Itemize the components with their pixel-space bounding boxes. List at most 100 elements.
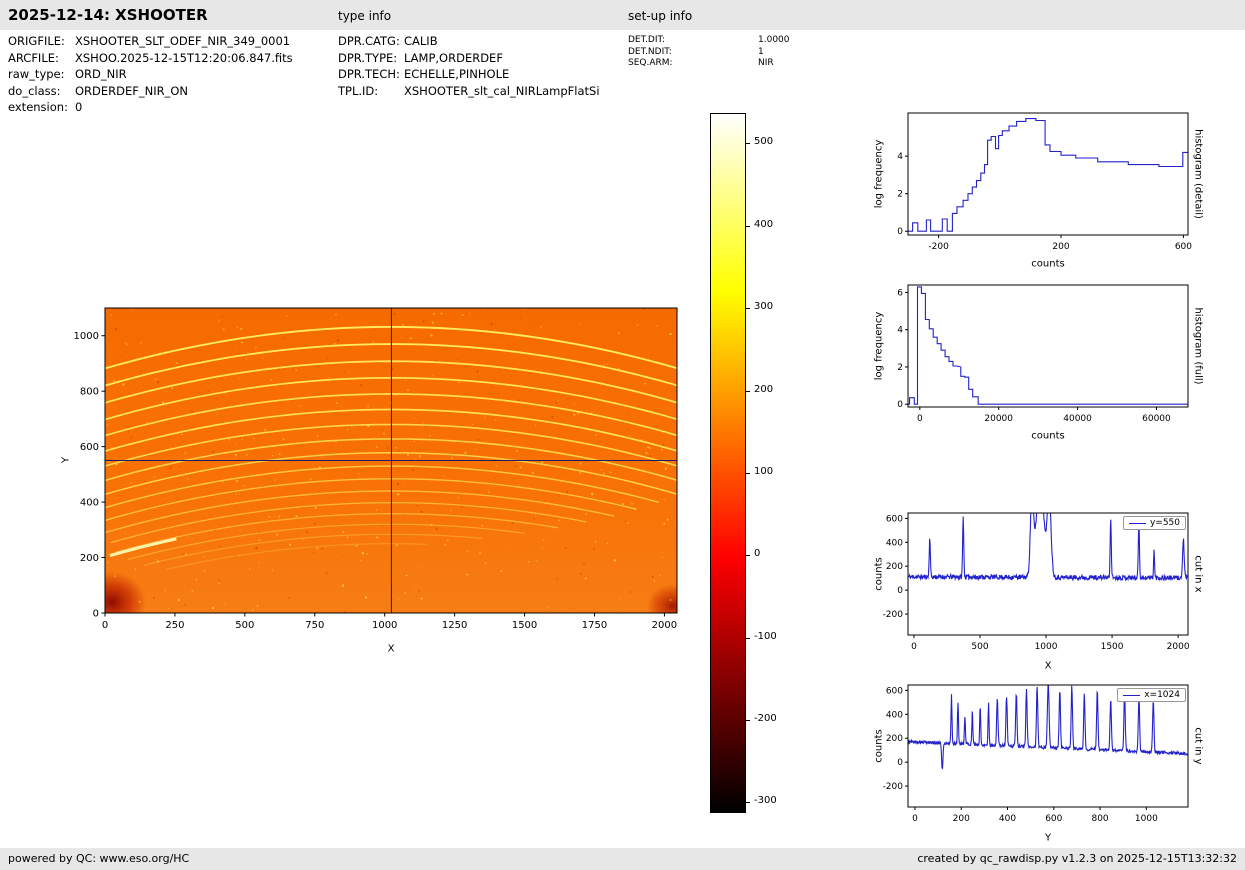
colorbar-tick-label: 100 [754,466,773,477]
noise-speckle [154,510,155,511]
noise-speckle [246,454,248,456]
y-tick-label: 800 [80,387,99,398]
noise-speckle [126,343,128,345]
noise-speckle [196,579,198,581]
meta-row: ORIGFILE:XSHOOTER_SLT_ODEF_NIR_349_0001 [8,33,293,50]
meta-row: DPR.TYPE:LAMP,ORDERDEF [338,50,600,67]
noise-speckle [654,580,655,581]
noise-speckle [458,381,460,383]
meta-label: ARCFILE: [8,50,75,67]
noise-speckle [212,451,214,453]
meta-row: SEQ.ARM:NIR [628,58,790,70]
noise-speckle [184,604,186,606]
noise-speckle [557,400,558,401]
noise-speckle [398,451,400,453]
cut-in-x-xlabel: X [1045,661,1052,672]
cut-in-x-chart: counts cut in x X y=550 0500100015002000… [845,500,1217,675]
legend-line-swatch [1123,695,1140,696]
noise-speckle [354,371,355,372]
noise-speckle [244,485,245,486]
meta-row: do_class:ORDERDEF_NIR_ON [8,83,293,100]
noise-speckle [603,364,605,366]
noise-speckle [457,359,458,360]
noise-speckle [472,424,473,425]
noise-speckle [296,515,298,517]
file-info-block: ORIGFILE:XSHOOTER_SLT_ODEF_NIR_349_0001A… [8,33,293,116]
noise-speckle [511,376,512,377]
noise-speckle [367,405,369,407]
noise-speckle [321,457,322,458]
noise-speckle [402,324,404,326]
noise-speckle [422,320,424,322]
y-tick-label: 2 [897,190,903,200]
noise-speckle [556,578,558,580]
noise-speckle [573,607,574,608]
cut-in-x-side-label: cut in x [1193,555,1204,592]
y-tick-label: 200 [886,562,903,572]
noise-speckle [262,358,263,359]
noise-speckle [451,457,453,459]
noise-speckle [404,514,405,515]
noise-speckle [664,499,665,500]
colorbar-tick-label: 0 [754,548,760,559]
noise-speckle [276,534,278,536]
colorbar-tick-mark [746,555,750,556]
noise-speckle [665,468,667,470]
y-tick-label: 6 [897,288,903,298]
noise-speckle [364,380,365,381]
hot-corner-bottom-left [78,572,146,632]
noise-speckle [373,341,374,342]
noise-speckle [274,479,275,480]
colorbar-tick-label: 400 [754,219,773,230]
noise-speckle [283,438,285,440]
noise-speckle [107,510,108,511]
noise-speckle [536,560,538,562]
meta-label: DET.NDIT: [628,47,758,59]
noise-speckle [541,461,543,463]
noise-speckle [397,469,398,470]
noise-speckle [467,550,469,552]
footer-bar: powered by QC: www.eso.org/HC created by… [0,848,1245,870]
noise-speckle [488,491,490,493]
noise-speckle [341,556,342,557]
noise-speckle [361,560,362,561]
noise-speckle [518,399,520,401]
noise-speckle [464,452,466,454]
noise-speckle [644,383,646,385]
y-tick-label: 600 [886,514,903,524]
noise-speckle [518,484,519,485]
y-tick-label: -200 [883,610,904,620]
noise-speckle [577,412,579,414]
noise-speckle [661,557,662,558]
noise-speckle [421,564,422,565]
noise-speckle [165,590,166,591]
meta-label: ORIGFILE: [8,33,75,50]
meta-value: ORDERDEF_NIR_ON [75,83,188,100]
noise-speckle [627,429,628,430]
noise-speckle [547,607,548,608]
noise-speckle [663,522,665,524]
noise-speckle [528,561,530,563]
noise-speckle [397,483,399,485]
noise-speckle [541,326,543,328]
meta-row: TPL.ID:XSHOOTER_slt_cal_NIRLampFlatSi [338,83,600,100]
noise-speckle [637,324,639,326]
noise-speckle [377,527,378,528]
meta-value: 1 [758,47,764,59]
meta-value: NIR [758,58,774,70]
noise-speckle [279,453,281,455]
noise-speckle [107,424,109,426]
noise-speckle [500,570,502,572]
meta-label: SEQ.ARM: [628,58,758,70]
histogram-detail-chart: log frequency histogram (detail) counts … [845,100,1217,275]
page-title: 2025-12-14: XSHOOTER [8,6,208,24]
noise-speckle [236,494,237,495]
type-info-heading: type info [338,9,391,23]
noise-speckle [335,314,337,316]
noise-speckle [130,482,132,484]
noise-speckle [144,481,145,482]
noise-speckle [433,313,435,315]
noise-speckle [580,573,582,575]
noise-speckle [246,358,248,360]
noise-speckle [216,414,217,415]
